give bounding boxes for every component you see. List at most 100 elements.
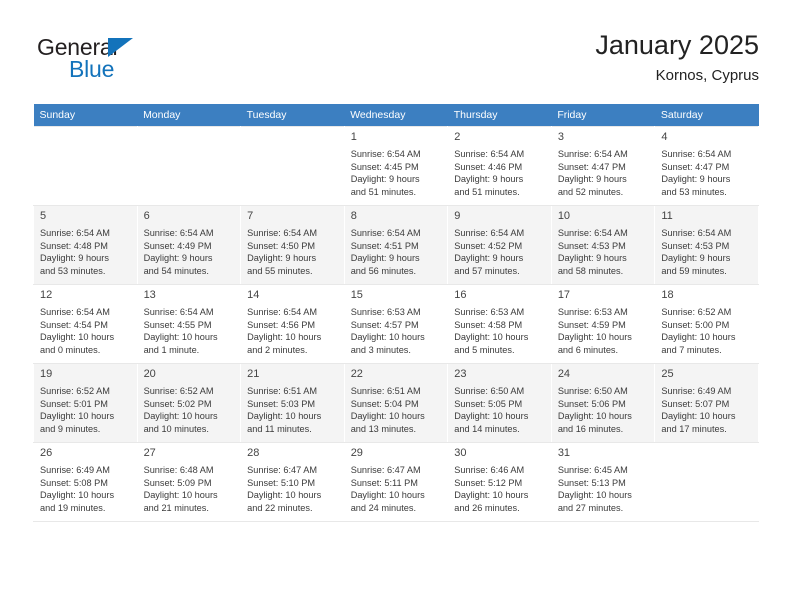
daylight-text-line2: and 5 minutes.: [454, 344, 515, 355]
daylight-text-line1: Daylight: 10 hours: [350, 411, 425, 422]
day-number: 16: [454, 289, 467, 301]
daylight-text-line2: and 6 minutes.: [557, 344, 619, 355]
day-details: Sunrise: 6:54 AM Sunset: 4:56 PM Dayligh…: [241, 302, 344, 356]
day-number: 14: [247, 289, 260, 301]
day-cell[interactable]: 3 Sunrise: 6:54 AM Sunset: 4:47 PM Dayli…: [550, 126, 656, 206]
day-cell[interactable]: 14 Sunrise: 6:54 AM Sunset: 4:56 PM Dayl…: [240, 284, 345, 364]
day-cell[interactable]: 17 Sunrise: 6:53 AM Sunset: 4:59 PM Dayl…: [550, 284, 656, 364]
sunset-text: Sunset: 4:58 PM: [454, 319, 523, 330]
day-cell[interactable]: 31 Sunrise: 6:45 AM Sunset: 5:13 PM Dayl…: [550, 442, 656, 522]
day-cell-empty: [654, 442, 759, 522]
weekday-header-friday: Friday: [551, 104, 655, 127]
day-cell[interactable]: 2 Sunrise: 6:54 AM Sunset: 4:46 PM Dayli…: [447, 126, 552, 206]
sunset-text: Sunset: 4:52 PM: [454, 240, 523, 251]
day-cell[interactable]: 23 Sunrise: 6:50 AM Sunset: 5:05 PM Dayl…: [447, 363, 552, 443]
day-number: 10: [557, 210, 571, 222]
day-details: Sunrise: 6:52 AM Sunset: 5:01 PM Dayligh…: [34, 381, 137, 435]
sunset-text: Sunset: 5:01 PM: [40, 398, 108, 409]
brand-logo[interactable]: General Blue: [37, 34, 237, 88]
day-cell[interactable]: 1 Sunrise: 6:54 AM Sunset: 4:45 PM Dayli…: [343, 126, 449, 206]
day-cell[interactable]: 11 Sunrise: 6:54 AM Sunset: 4:53 PM Dayl…: [654, 205, 759, 285]
day-cell[interactable]: 6 Sunrise: 6:54 AM Sunset: 4:49 PM Dayli…: [136, 205, 242, 285]
daylight-text-line1: Daylight: 10 hours: [143, 490, 218, 501]
day-cell[interactable]: 28 Sunrise: 6:47 AM Sunset: 5:10 PM Dayl…: [240, 442, 345, 522]
day-cell[interactable]: 29 Sunrise: 6:47 AM Sunset: 5:11 PM Dayl…: [343, 442, 449, 522]
day-details: Sunrise: 6:52 AM Sunset: 5:02 PM Dayligh…: [138, 381, 241, 435]
day-cell[interactable]: 26 Sunrise: 6:49 AM Sunset: 5:08 PM Dayl…: [33, 442, 138, 522]
day-details: Sunrise: 6:50 AM Sunset: 5:05 PM Dayligh…: [448, 381, 551, 435]
daylight-text-line1: Daylight: 10 hours: [557, 332, 632, 343]
day-cell[interactable]: 19 Sunrise: 6:52 AM Sunset: 5:01 PM Dayl…: [33, 363, 138, 443]
calendar-week-row: 26 Sunrise: 6:49 AM Sunset: 5:08 PM Dayl…: [33, 442, 759, 522]
sunrise-text: Sunrise: 6:49 AM: [661, 386, 732, 396]
weekday-header-sunday: Sunday: [33, 104, 138, 127]
day-details: Sunrise: 6:47 AM Sunset: 5:11 PM Dayligh…: [345, 460, 448, 514]
day-cell[interactable]: 25 Sunrise: 6:49 AM Sunset: 5:07 PM Dayl…: [654, 363, 759, 443]
daylight-text-line1: Daylight: 10 hours: [661, 332, 736, 343]
daylight-text-line1: Daylight: 9 hours: [454, 253, 524, 264]
day-number: 25: [661, 368, 674, 380]
sunset-text: Sunset: 5:06 PM: [557, 398, 626, 409]
weekday-header-tuesday: Tuesday: [240, 104, 345, 127]
sunset-text: Sunset: 5:11 PM: [350, 477, 418, 488]
day-cell[interactable]: 8 Sunrise: 6:54 AM Sunset: 4:51 PM Dayli…: [343, 205, 449, 285]
day-cell[interactable]: 16 Sunrise: 6:53 AM Sunset: 4:58 PM Dayl…: [447, 284, 552, 364]
daylight-text-line1: Daylight: 9 hours: [40, 253, 109, 264]
sunrise-text: Sunrise: 6:51 AM: [350, 386, 421, 396]
sunrise-text: Sunrise: 6:54 AM: [454, 228, 525, 238]
day-details: Sunrise: 6:46 AM Sunset: 5:12 PM Dayligh…: [448, 460, 551, 514]
daylight-text-line1: Daylight: 9 hours: [661, 253, 731, 264]
sunset-text: Sunset: 4:56 PM: [247, 319, 316, 330]
daylight-text-line2: and 27 minutes.: [557, 502, 624, 513]
day-cell[interactable]: 7 Sunrise: 6:54 AM Sunset: 4:50 PM Dayli…: [240, 205, 345, 285]
day-details: Sunrise: 6:53 AM Sunset: 4:59 PM Dayligh…: [552, 302, 655, 356]
sunrise-text: Sunrise: 6:54 AM: [661, 228, 732, 238]
day-cell[interactable]: 22 Sunrise: 6:51 AM Sunset: 5:04 PM Dayl…: [343, 363, 449, 443]
day-number: 9: [454, 210, 461, 222]
sunrise-text: Sunrise: 6:48 AM: [143, 465, 214, 475]
day-cell[interactable]: 12 Sunrise: 6:54 AM Sunset: 4:54 PM Dayl…: [33, 284, 138, 364]
day-cell[interactable]: 27 Sunrise: 6:48 AM Sunset: 5:09 PM Dayl…: [136, 442, 242, 522]
sunset-text: Sunset: 5:10 PM: [247, 477, 316, 488]
day-number: 17: [557, 289, 571, 301]
day-cell[interactable]: 9 Sunrise: 6:54 AM Sunset: 4:52 PM Dayli…: [447, 205, 552, 285]
sunset-text: Sunset: 5:09 PM: [143, 477, 212, 488]
day-number: 31: [557, 447, 571, 459]
day-cell[interactable]: 10 Sunrise: 6:54 AM Sunset: 4:53 PM Dayl…: [550, 205, 656, 285]
sunset-text: Sunset: 4:53 PM: [557, 240, 626, 251]
day-details: Sunrise: 6:54 AM Sunset: 4:47 PM Dayligh…: [655, 144, 758, 198]
day-cell[interactable]: 5 Sunrise: 6:54 AM Sunset: 4:48 PM Dayli…: [33, 205, 138, 285]
day-number: 26: [40, 447, 53, 459]
day-details: Sunrise: 6:49 AM Sunset: 5:07 PM Dayligh…: [655, 381, 758, 435]
daylight-text-line2: and 26 minutes.: [454, 502, 520, 513]
daylight-text-line2: and 56 minutes.: [350, 265, 417, 276]
blue-triangle-icon: [108, 38, 133, 57]
day-cell[interactable]: 13 Sunrise: 6:54 AM Sunset: 4:55 PM Dayl…: [136, 284, 242, 364]
day-cell[interactable]: 20 Sunrise: 6:52 AM Sunset: 5:02 PM Dayl…: [136, 363, 242, 443]
sunrise-text: Sunrise: 6:54 AM: [557, 228, 628, 238]
calendar-page: General Blue January 2025 Kornos, Cyprus…: [0, 0, 792, 612]
day-details: Sunrise: 6:51 AM Sunset: 5:04 PM Dayligh…: [345, 381, 448, 435]
sunset-text: Sunset: 5:03 PM: [247, 398, 316, 409]
daylight-text-line2: and 22 minutes.: [247, 502, 313, 513]
title-block: January 2025 Kornos, Cyprus: [595, 28, 759, 87]
day-number: 6: [143, 210, 150, 222]
sunset-text: Sunset: 5:02 PM: [143, 398, 212, 409]
day-details: Sunrise: 6:54 AM Sunset: 4:55 PM Dayligh…: [138, 302, 241, 356]
day-number: 8: [350, 210, 357, 222]
day-cell[interactable]: 15 Sunrise: 6:53 AM Sunset: 4:57 PM Dayl…: [343, 284, 449, 364]
day-cell[interactable]: 21 Sunrise: 6:51 AM Sunset: 5:03 PM Dayl…: [240, 363, 345, 443]
weekday-header-thursday: Thursday: [447, 104, 552, 127]
day-cell[interactable]: 24 Sunrise: 6:50 AM Sunset: 5:06 PM Dayl…: [550, 363, 656, 443]
sunset-text: Sunset: 4:59 PM: [557, 319, 626, 330]
daylight-text-line2: and 58 minutes.: [557, 265, 624, 276]
calendar-table: Sunday Monday Tuesday Wednesday Thursday…: [33, 104, 759, 522]
sunrise-text: Sunrise: 6:54 AM: [350, 228, 421, 238]
sunrise-text: Sunrise: 6:54 AM: [40, 307, 110, 317]
day-number: 12: [40, 289, 53, 301]
day-cell[interactable]: 30 Sunrise: 6:46 AM Sunset: 5:12 PM Dayl…: [447, 442, 552, 522]
daylight-text-line2: and 51 minutes.: [350, 186, 417, 197]
day-cell[interactable]: 4 Sunrise: 6:54 AM Sunset: 4:47 PM Dayli…: [654, 126, 759, 206]
day-cell[interactable]: 18 Sunrise: 6:52 AM Sunset: 5:00 PM Dayl…: [654, 284, 759, 364]
sunset-text: Sunset: 4:45 PM: [350, 161, 419, 172]
